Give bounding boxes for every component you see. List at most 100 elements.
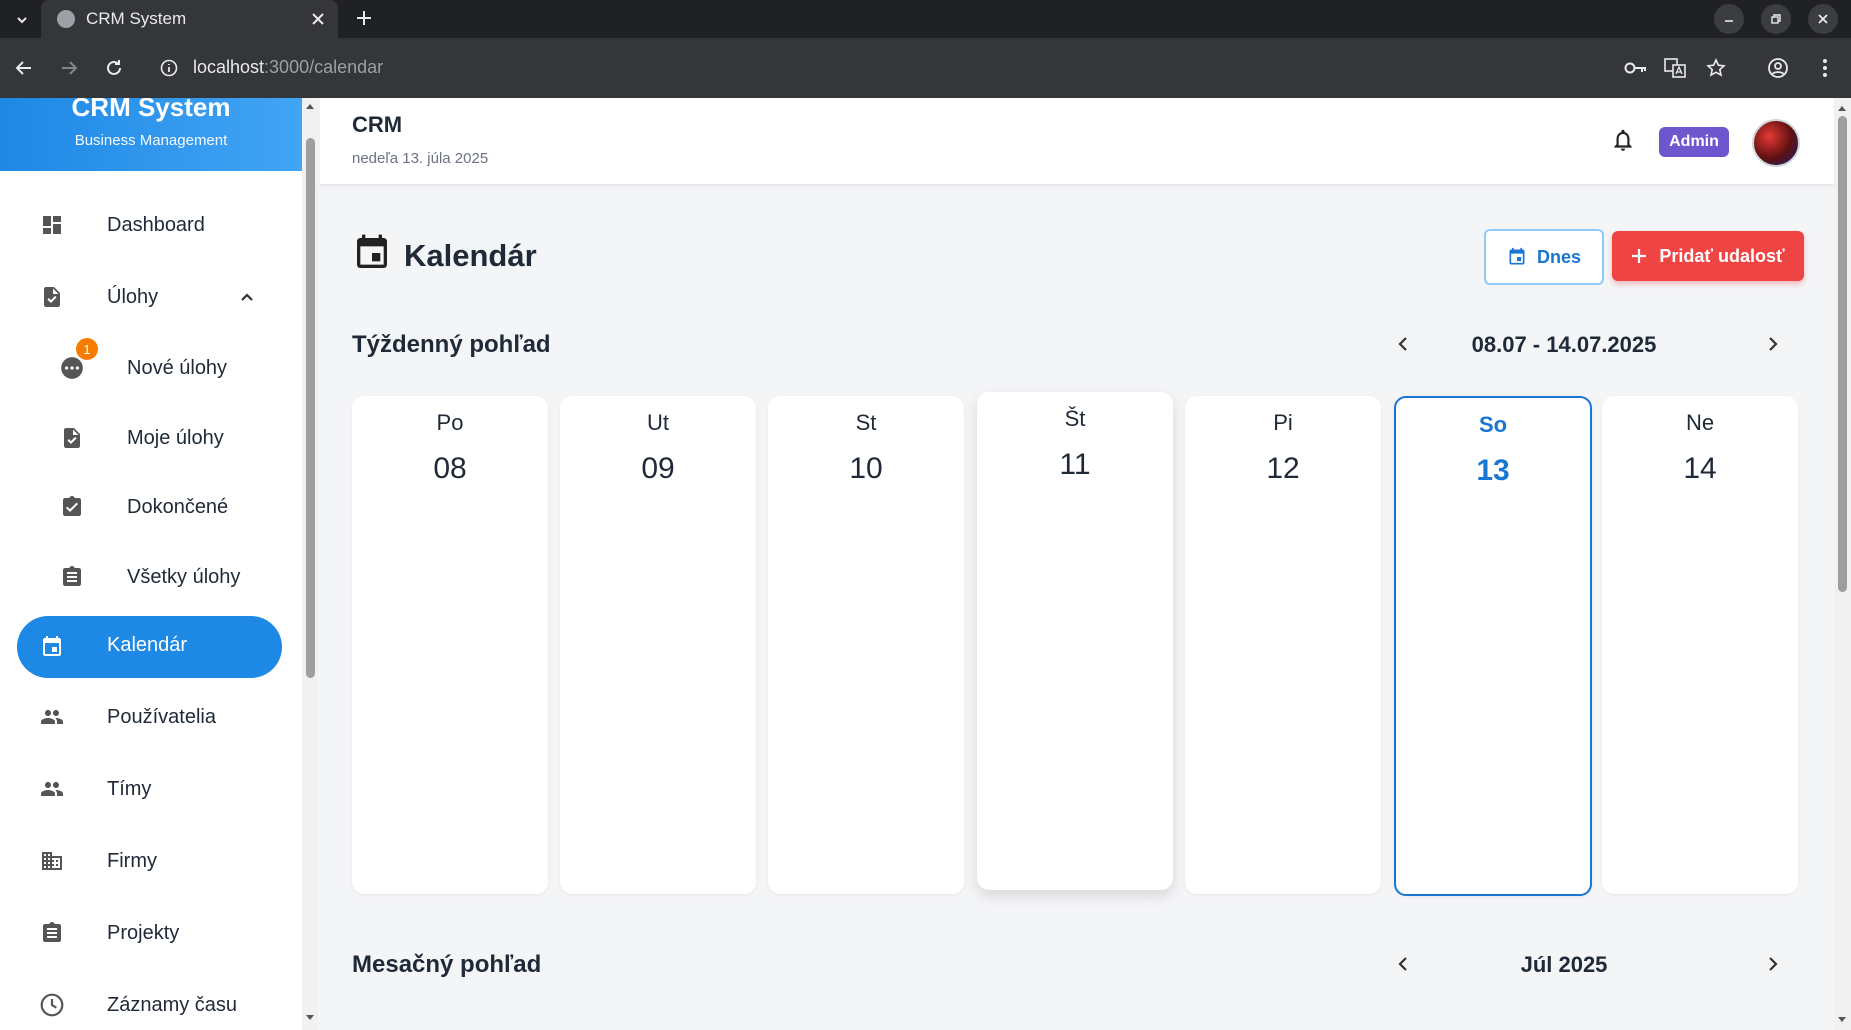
sidebar-item-moje-ulohy[interactable]: Moje úlohy [0,410,302,466]
new-tab-plus-icon[interactable] [350,4,378,32]
weekly-prev-chevron-icon[interactable] [1389,330,1417,358]
close-tab-icon[interactable] [308,9,328,29]
sidebar-item-kalendar[interactable]: Kalendár [0,616,302,678]
day-card-pi[interactable]: Pi 12 [1185,396,1381,894]
sidebar-item-label: Dokončené [127,495,229,518]
reload-icon[interactable] [100,54,128,82]
day-date: 08 [433,452,467,485]
browser-tab[interactable]: CRM System [41,0,338,38]
sidebar-item-vsetky-ulohy[interactable]: Všetky úlohy [0,549,302,605]
sidebar-item-firmy[interactable]: Firmy [0,833,302,889]
sidebar-scrollbar[interactable] [302,98,318,1030]
monthly-next-chevron-icon[interactable] [1759,950,1787,978]
url-host: localhost [193,57,265,77]
avatar[interactable] [1752,119,1800,167]
add-event-button[interactable]: Pridať udalosť [1612,231,1804,281]
sidebar-item-label: Záznamy času [107,993,238,1016]
sidebar-item-pouzivatelia[interactable]: Používatelia [0,689,302,745]
main-scrollbar[interactable] [1834,98,1851,1030]
minimize-icon[interactable] [1714,4,1744,34]
password-key-icon[interactable] [1622,54,1650,82]
tab-search-chevron-icon[interactable] [9,7,35,33]
people-icon [38,703,66,731]
today-button-label: Dnes [1536,246,1581,267]
chevron-up-icon[interactable] [233,283,261,311]
weekly-next-chevron-icon[interactable] [1759,330,1787,358]
site-info-icon[interactable] [155,54,183,82]
close-window-icon[interactable] [1808,4,1838,34]
sidebar-item-projekty[interactable]: Projekty [0,905,302,961]
sidebar-item-dashboard[interactable]: Dashboard [0,197,302,253]
day-card-ut[interactable]: Ut 09 [560,396,756,894]
weekly-section-title: Týždenný pohľad [352,331,551,358]
day-name: Št [1064,406,1086,431]
sidebar-item-zaznamy-casu[interactable]: Záznamy času [0,977,302,1030]
monthly-month-label: Júl 2025 [1520,952,1608,977]
brand-subtitle: Business Management [74,132,228,149]
url-path: :3000/calendar [264,57,384,77]
profile-icon[interactable] [1764,54,1792,82]
sidebar: CRM System Business Management Dashboard… [0,98,303,1030]
scroll-down-arrow-icon[interactable] [1837,1016,1847,1024]
forward-arrow-icon[interactable] [55,54,83,82]
day-date: 14 [1683,452,1717,485]
day-date: 09 [641,452,675,485]
scroll-up-arrow-icon[interactable] [305,102,315,110]
assignment-icon [58,563,86,591]
bookmark-star-icon[interactable] [1702,54,1730,82]
day-name: Ut [647,410,669,435]
day-date: 11 [1059,448,1091,481]
restore-icon[interactable] [1761,4,1791,34]
day-name: Po [436,410,464,435]
notification-bell-icon[interactable] [1610,126,1640,156]
sidebar-scrollbar-thumb[interactable] [306,138,315,678]
business-icon [38,847,66,875]
sidebar-item-timy[interactable]: Tímy [0,761,302,817]
browser-menu-icon[interactable] [1811,54,1839,82]
sidebar-item-label: Úlohy [107,285,159,308]
scroll-down-arrow-icon[interactable] [305,1014,315,1022]
role-badge: Admin [1659,127,1729,157]
day-date: 12 [1266,452,1300,485]
day-card-st[interactable]: St 10 [768,396,964,894]
monthly-section-title: Mesačný pohľad [352,951,542,978]
day-name: Pi [1273,410,1293,435]
back-arrow-icon[interactable] [10,54,38,82]
day-name: St [855,410,877,435]
day-card-so-today[interactable]: So 13 [1394,396,1592,896]
page-title-text: Kalendár [404,237,537,273]
sidebar-item-ulohy[interactable]: Úlohy [0,269,302,325]
sidebar-item-nove-ulohy[interactable]: 1 Nové úlohy [0,338,302,396]
translate-icon[interactable] [1661,54,1689,82]
today-button[interactable]: Dnes [1484,229,1604,285]
address-bar[interactable]: localhost:3000/calendar [193,57,383,78]
day-date: 13 [1476,454,1510,487]
add-event-button-label: Pridať udalosť [1659,245,1785,266]
sidebar-item-label: Tímy [107,777,152,800]
app-header: CRM nedeľa 13. júla 2025 Admin [320,98,1834,185]
dashboard-icon [38,211,66,239]
day-card-po[interactable]: Po 08 [352,396,548,894]
brand-header: CRM System Business Management [0,98,302,171]
main-content: CRM nedeľa 13. júla 2025 Admin Kalendár … [320,98,1834,1030]
day-card-st-thursday[interactable]: Št 11 [977,392,1173,890]
sidebar-item-label: Používatelia [107,705,216,728]
sidebar-item-label: Firmy [107,849,157,872]
weekly-date-range: 08.07 - 14.07.2025 [1471,332,1657,357]
header-date: nedeľa 13. júla 2025 [352,150,489,167]
monthly-prev-chevron-icon[interactable] [1389,950,1417,978]
scroll-up-arrow-icon[interactable] [1837,104,1847,112]
task-icon [38,283,66,311]
assignment-icon [38,919,66,947]
day-name: Ne [1685,410,1715,435]
clock-icon [38,991,66,1019]
sidebar-item-dokoncene[interactable]: Dokončené [0,479,302,535]
main-scrollbar-thumb[interactable] [1838,116,1847,592]
day-card-ne[interactable]: Ne 14 [1602,396,1798,894]
calendar-icon [352,233,392,278]
browser-toolbar: localhost:3000/calendar [0,38,1851,98]
sidebar-item-label: Všetky úlohy [127,565,241,588]
day-name: So [1478,412,1508,437]
page-title: Kalendár [352,233,537,278]
task-icon [58,424,86,452]
